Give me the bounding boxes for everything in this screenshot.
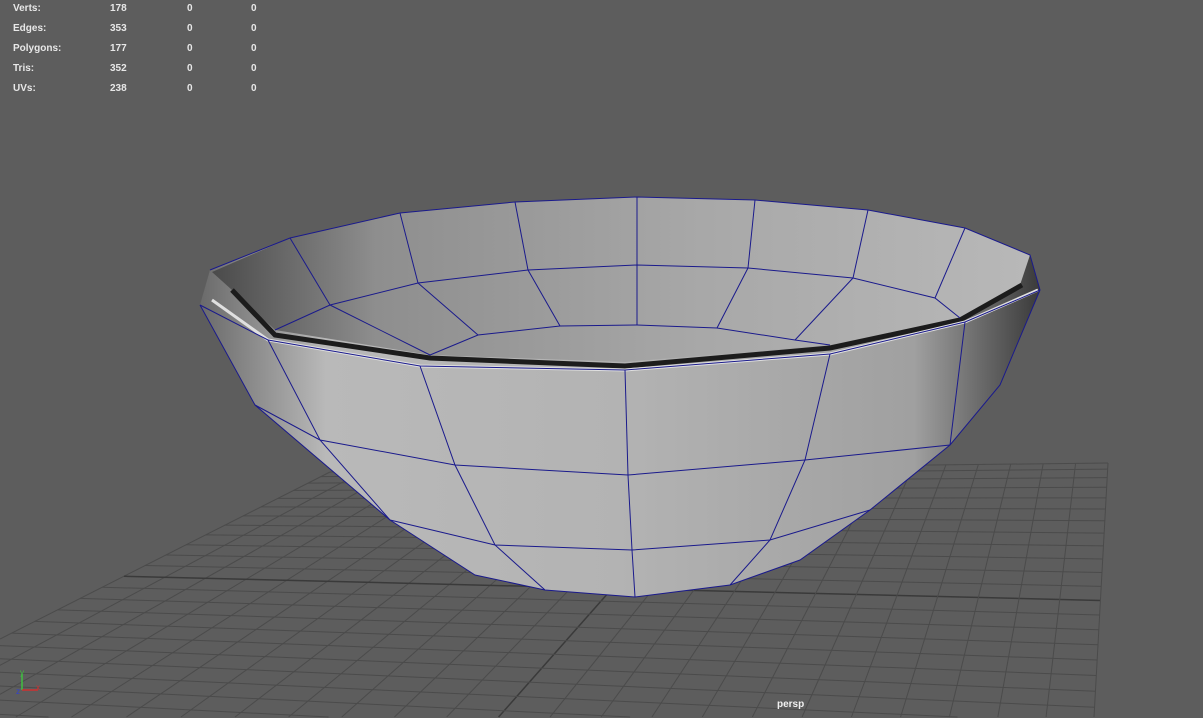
grid-line [0, 645, 1096, 692]
hud-label: Verts: [13, 3, 41, 14]
hud-total: 177 [110, 43, 127, 54]
grid-line [900, 464, 979, 718]
grid-line [0, 685, 631, 718]
hud-component: 0 [251, 43, 257, 54]
hud-label: Tris: [13, 63, 35, 74]
hud-selected: 0 [187, 83, 193, 94]
hud-selected: 0 [187, 43, 193, 54]
hud-label: Edges: [13, 23, 47, 34]
hud-row: Verts: 178 0 0 [13, 2, 273, 22]
axis-x-label: x [36, 683, 40, 692]
hud-total: 238 [110, 83, 127, 94]
grid-line [15, 470, 428, 718]
hud-total: 352 [110, 63, 127, 74]
axis-y-label: y [20, 668, 24, 677]
hud-row: Edges: 353 0 0 [13, 22, 273, 42]
hud-total: 353 [110, 23, 127, 34]
axis-gizmo: y x z [16, 668, 40, 696]
grid-line [0, 658, 1095, 708]
grid-line [948, 464, 1012, 718]
hud-label: Polygons: [13, 43, 62, 54]
hud-total: 178 [110, 3, 127, 14]
hud-component: 0 [251, 83, 257, 94]
grid-line [0, 699, 329, 718]
grid-line [0, 470, 396, 695]
perspective-viewport[interactable]: y x z [0, 0, 1203, 718]
grid-line [997, 463, 1044, 718]
grid-line [0, 713, 49, 718]
hud-selected: 0 [187, 3, 193, 14]
hud-row: Polygons: 177 0 0 [13, 42, 273, 62]
grid-line [0, 471, 363, 666]
hud-row: UVs: 238 0 0 [13, 82, 273, 102]
grid-line [57, 609, 1099, 646]
hud-label: UVs: [13, 83, 36, 94]
grid-line [1045, 463, 1077, 718]
poly-count-hud: Verts: 178 0 0 Edges: 353 0 0 Polygons: 177 0 0 Tris… [13, 2, 273, 102]
hud-component: 0 [251, 23, 257, 34]
bowl-mesh[interactable] [199, 196, 1041, 598]
camera-name-label: persp [777, 699, 805, 710]
hud-component: 0 [251, 63, 257, 74]
grid-line [1093, 462, 1109, 718]
hud-selected: 0 [187, 63, 193, 74]
grid-line [0, 471, 331, 640]
hud-selected: 0 [187, 23, 193, 34]
hud-row: Tris: 352 0 0 [13, 62, 273, 82]
hud-component: 0 [251, 3, 257, 14]
axis-z-label: z [16, 687, 20, 696]
